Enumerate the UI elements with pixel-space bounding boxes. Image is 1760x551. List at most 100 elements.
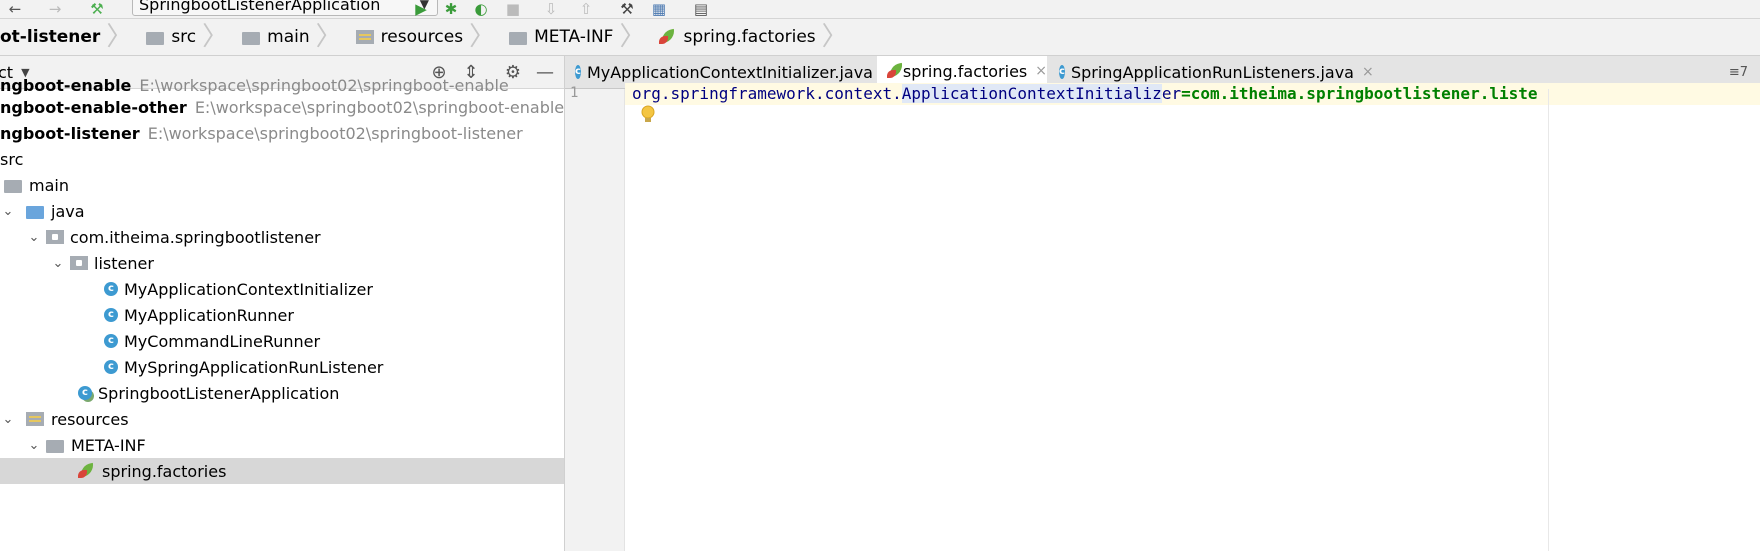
tree-item-label: com.itheima.springbootlistener — [70, 227, 321, 247]
module-name: ngboot-enable-other — [0, 97, 187, 117]
property-key-selected: ApplicationContextInitializ — [901, 84, 1162, 103]
tree-item-class[interactable]: c MyApplicationRunner — [104, 302, 294, 328]
breadcrumb-label: src — [171, 27, 197, 47]
run-configuration-select[interactable]: SpringbootListenerApplication ▼ — [132, 0, 438, 16]
chevron-down-icon[interactable]: ⌄ — [50, 256, 66, 271]
line-number: 1 — [570, 85, 579, 101]
tree-item-label: MySpringApplicationRunListener — [124, 357, 384, 377]
class-icon: c — [104, 360, 118, 374]
resources-folder-icon — [355, 30, 374, 44]
chevron-down-icon[interactable]: ⌄ — [26, 230, 42, 245]
tree-item-src[interactable]: src — [0, 146, 23, 172]
tree-item-label: src — [0, 149, 24, 169]
class-icon: c — [104, 334, 118, 348]
tree-item-module-enable-other[interactable]: ngboot-enable-other E:\workspace\springb… — [0, 94, 565, 120]
main-toolbar: ← → ⚒ SpringbootListenerApplication ▼ ▶ … — [0, 0, 1760, 19]
tree-item-class[interactable]: c MyApplicationContextInitializer — [104, 276, 373, 302]
package-icon — [46, 230, 64, 244]
build-icon[interactable]: ⚒ — [86, 0, 108, 18]
class-icon: c — [1059, 65, 1065, 79]
chevron-down-icon[interactable]: ⌄ — [0, 412, 16, 427]
close-icon[interactable]: × — [1362, 64, 1374, 80]
breadcrumb-item-spring-factories[interactable]: spring.factories 〉 — [653, 19, 855, 55]
folder-icon — [509, 31, 528, 45]
editor-gutter — [565, 89, 625, 551]
spring-leaf-icon — [659, 29, 677, 45]
folder-icon — [46, 439, 64, 453]
tree-item-label: MyApplicationContextInitializer — [124, 279, 373, 299]
breadcrumb-item-main[interactable]: main 〉 — [236, 19, 350, 55]
module-path: E:\workspace\springboot02\springboot-lis… — [147, 123, 523, 143]
tree-item-main[interactable]: main — [4, 172, 69, 198]
breadcrumb-label: ot-listener — [0, 27, 101, 47]
breadcrumb-item-module[interactable]: ot-listener 〉 — [0, 19, 140, 55]
tree-item-label: MyCommandLineRunner — [124, 331, 321, 351]
tree-item-java[interactable]: ⌄ java — [0, 198, 85, 224]
folder-icon — [242, 31, 261, 45]
project-panel: ct ▼ ⊕ ⇕ ⚙ — ngboot-enable E:\workspace\… — [0, 56, 565, 551]
breadcrumb: ot-listener 〉 src 〉 main 〉 resources 〉 M… — [0, 19, 1760, 56]
tree-item-module-listener[interactable]: ngboot-listener E:\workspace\springboot0… — [0, 120, 523, 146]
lightbulb-icon[interactable] — [640, 105, 656, 125]
chevron-down-icon[interactable]: ⌄ — [0, 204, 16, 219]
tree-item-label: main — [29, 175, 69, 195]
tab-label: SpringApplicationRunListeners.java — [1070, 62, 1354, 82]
folder-icon — [146, 31, 165, 45]
resources-folder-icon — [26, 412, 44, 426]
breadcrumb-label: spring.factories — [683, 27, 816, 47]
class-icon: c — [104, 308, 118, 322]
close-icon[interactable]: × — [1035, 63, 1047, 79]
code-line[interactable]: org.springframework.context.ApplicationC… — [632, 84, 1538, 103]
tab-label: spring.factories — [902, 61, 1028, 81]
property-value: =com.itheima.springbootlistener.liste — [1181, 84, 1538, 103]
spring-boot-class-icon: c — [78, 386, 92, 400]
tree-item-meta-inf[interactable]: ⌄ META-INF — [26, 432, 146, 458]
property-key-prefix: org.springframework.context. — [632, 84, 902, 103]
tree-item-application-class[interactable]: c SpringbootListenerApplication — [78, 380, 339, 406]
editor-scrollbar[interactable] — [1548, 89, 1561, 551]
tree-item-label: spring.factories — [102, 461, 227, 481]
tree-item-label: listener — [94, 253, 154, 273]
settings-wrench-icon[interactable]: ⚒ — [616, 0, 638, 18]
back-icon[interactable]: ← — [4, 0, 26, 18]
package-icon — [70, 256, 88, 270]
breadcrumb-label: resources — [380, 27, 464, 47]
module-path: E:\workspace\springboot02\springboot-ena… — [139, 75, 509, 95]
tab-label: MyApplicationContextInitializer.java — [586, 62, 873, 82]
module-name: ngboot-enable — [0, 75, 132, 95]
breadcrumb-label: META-INF — [534, 27, 614, 47]
tree-item-label: SpringbootListenerApplication — [98, 383, 340, 403]
tree-item-listener-package[interactable]: ⌄ listener — [50, 250, 154, 276]
spring-leaf-icon — [78, 463, 96, 479]
run-config-label: SpringbootListenerApplication — [139, 0, 381, 14]
property-key-suffix: er — [1161, 84, 1182, 103]
stop-icon[interactable]: ■ — [502, 0, 524, 18]
tree-item-class[interactable]: c MyCommandLineRunner — [104, 328, 320, 354]
tree-item-resources[interactable]: ⌄ resources — [0, 406, 129, 432]
breadcrumb-item-meta-inf[interactable]: META-INF 〉 — [503, 19, 653, 55]
debug-icon[interactable]: ✱ — [440, 0, 462, 18]
git-commit-icon[interactable]: ⇧ — [575, 0, 597, 18]
coverage-icon[interactable]: ◐ — [470, 0, 492, 18]
tree-item-package[interactable]: ⌄ com.itheima.springbootlistener — [26, 224, 321, 250]
spring-leaf-icon — [887, 63, 897, 79]
run-icon[interactable]: ▶ — [410, 0, 432, 18]
hide-panel-icon[interactable]: — — [532, 56, 558, 88]
forward-icon[interactable]: → — [44, 0, 66, 18]
tree-item-class[interactable]: c MySpringApplicationRunListener — [104, 354, 383, 380]
tree-item-label: resources — [51, 409, 129, 429]
class-icon: c — [575, 65, 581, 79]
breadcrumb-item-src[interactable]: src 〉 — [140, 19, 236, 55]
tree-item-spring-factories[interactable]: spring.factories — [0, 458, 564, 484]
class-icon: c — [104, 282, 118, 296]
project-structure-icon[interactable]: ▦ — [648, 0, 670, 18]
tree-item-label: java — [51, 201, 85, 221]
source-folder-icon — [26, 205, 44, 219]
module-name: ngboot-listener — [0, 123, 140, 143]
chevron-down-icon[interactable]: ⌄ — [26, 438, 42, 453]
breadcrumb-item-resources[interactable]: resources 〉 — [350, 19, 503, 55]
module-path: E:\workspace\springboot02\springboot-ena… — [194, 97, 565, 117]
tree-item-label: MyApplicationRunner — [124, 305, 294, 325]
sdk-icon[interactable]: ▤ — [690, 0, 712, 18]
git-update-icon[interactable]: ⇩ — [540, 0, 562, 18]
